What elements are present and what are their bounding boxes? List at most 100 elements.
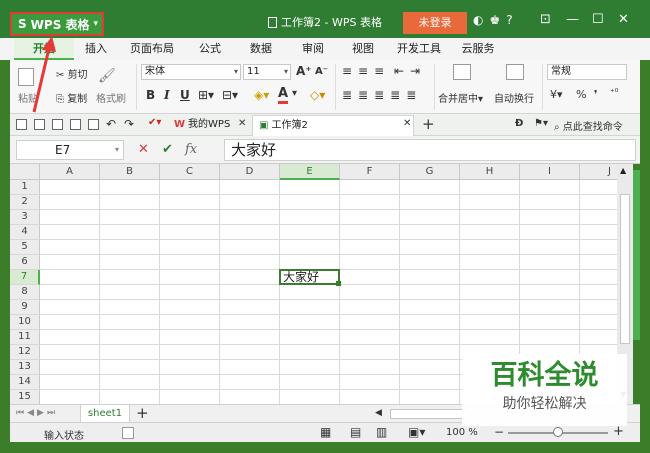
vertical-align-icons[interactable]: ≡≡≡ — [342, 64, 390, 78]
help-icon[interactable]: ? — [506, 13, 512, 27]
cancel-icon[interactable]: ✕ — [138, 142, 149, 157]
row-header-10[interactable]: 10 — [10, 315, 40, 330]
tab-insert[interactable]: 插入 — [74, 38, 118, 60]
side-panel-toggle[interactable] — [633, 170, 640, 340]
wrap-text-button[interactable]: 自动换行 — [494, 90, 534, 105]
scroll-thumb[interactable] — [620, 194, 630, 344]
print-preview-icon[interactable] — [70, 119, 81, 130]
cell-style-icon[interactable]: ⊟▾ — [222, 88, 238, 102]
italic-button[interactable]: I — [164, 88, 170, 102]
skin-icon[interactable]: ◐ — [473, 13, 483, 27]
sheet-navigation-icons[interactable]: ⏮◀▶⏭ — [16, 408, 58, 418]
zoom-slider-knob[interactable] — [553, 427, 563, 437]
doc-tab-workbook2[interactable]: ▣ 工作簿2 — [252, 115, 414, 136]
page-break-view-icon[interactable]: ▤ — [350, 425, 361, 439]
tab-data[interactable]: 数据 — [234, 38, 288, 60]
wrap-text-icon[interactable] — [506, 64, 524, 80]
percent-button[interactable]: % — [576, 88, 586, 101]
fill-color-icon[interactable]: ◈▾ — [254, 88, 269, 102]
tab-view[interactable]: 视图 — [338, 38, 388, 60]
row-header-12[interactable]: 12 — [10, 345, 40, 360]
scroll-up-icon[interactable]: ▲ — [620, 166, 626, 175]
row-header-14[interactable]: 14 — [10, 375, 40, 390]
undo-icon[interactable]: ↶ — [106, 117, 116, 131]
tab-page-layout[interactable]: 页面布局 — [118, 38, 186, 60]
macro-icon[interactable] — [122, 427, 134, 439]
column-header-a[interactable]: A — [40, 164, 100, 180]
font-color-icon[interactable]: A — [278, 86, 289, 104]
merge-center-button[interactable]: 合并居中▾ — [438, 90, 483, 105]
tab-developer[interactable]: 开发工具 — [388, 38, 450, 60]
row-header-6[interactable]: 6 — [10, 255, 40, 270]
row-header-11[interactable]: 11 — [10, 330, 40, 345]
confirm-icon[interactable]: ✔ — [162, 142, 173, 157]
increase-decimal-icon[interactable]: ⁺⁰ — [610, 88, 618, 98]
export-icon[interactable] — [88, 119, 99, 130]
number-format-select[interactable]: 常规 — [547, 64, 627, 80]
zoom-in-icon[interactable]: + — [613, 424, 624, 439]
column-header-i[interactable]: I — [520, 164, 580, 180]
underline-button[interactable]: U — [180, 88, 190, 102]
row-header-9[interactable]: 9 — [10, 300, 40, 315]
indent-icons[interactable]: ⇤⇥ — [394, 64, 426, 78]
column-header-c[interactable]: C — [160, 164, 220, 180]
maximize-button[interactable]: ☐ — [592, 12, 604, 27]
redo-icon[interactable]: ↷ — [124, 117, 134, 131]
customize-icon[interactable]: ✔▾ — [148, 117, 161, 128]
row-header-7[interactable]: 7 — [10, 270, 40, 285]
login-button[interactable]: 未登录 — [403, 12, 467, 34]
name-box[interactable]: E7 ▾ — [16, 140, 124, 160]
increase-font-icon[interactable]: A⁺ — [296, 64, 312, 78]
flag-icon[interactable]: ⚑▾ — [534, 118, 548, 129]
row-header-3[interactable]: 3 — [10, 210, 40, 225]
bold-button[interactable]: B — [146, 88, 155, 102]
copy-button[interactable]: ⎘ 复制 — [56, 90, 87, 105]
normal-view-icon[interactable]: ▦ — [320, 425, 331, 439]
comma-style-icon[interactable]: ❜ — [594, 88, 598, 101]
borders-icon[interactable]: ⊞▾ — [198, 88, 214, 102]
restore-ribbon-icon[interactable]: ⊡ — [540, 12, 551, 27]
reading-mode-icon[interactable]: ▣▾ — [408, 425, 425, 439]
column-header-b[interactable]: B — [100, 164, 160, 180]
new-tab-icon[interactable]: + — [422, 115, 435, 133]
chevron-down-icon[interactable]: ▾ — [292, 88, 297, 99]
add-sheet-button[interactable]: + — [136, 404, 149, 422]
shirt-icon[interactable]: ♚ — [489, 13, 500, 27]
close-tab-icon[interactable]: ✕ — [403, 118, 411, 129]
hscroll-left-icon[interactable]: ◀ — [375, 408, 382, 418]
column-header-d[interactable]: D — [220, 164, 280, 180]
font-size-select[interactable]: 11 ▾ — [243, 64, 291, 80]
sync-icon[interactable]: Ð — [515, 118, 523, 129]
format-painter-button[interactable]: 格式刷 — [96, 90, 126, 105]
tab-review[interactable]: 审阅 — [288, 38, 338, 60]
open-icon[interactable] — [16, 119, 27, 130]
horizontal-scroll-thumb[interactable] — [390, 409, 470, 419]
fill-handle[interactable] — [336, 281, 341, 286]
close-button[interactable]: ✕ — [618, 12, 629, 27]
cut-button[interactable]: ✂ 剪切 — [56, 66, 88, 81]
clear-format-icon[interactable]: ◇▾ — [310, 88, 325, 102]
row-header-4[interactable]: 4 — [10, 225, 40, 240]
column-header-h[interactable]: H — [460, 164, 520, 180]
save-icon[interactable] — [34, 119, 45, 130]
format-painter-icon[interactable]: 🖌 — [98, 68, 116, 84]
formula-input[interactable]: 大家好 — [224, 139, 636, 161]
select-all-corner[interactable] — [10, 164, 40, 180]
decrease-font-icon[interactable]: A⁻ — [315, 66, 328, 77]
print-icon[interactable] — [52, 119, 63, 130]
row-header-13[interactable]: 13 — [10, 360, 40, 375]
font-name-select[interactable]: 宋体 ▾ — [141, 64, 241, 80]
column-header-e[interactable]: E — [280, 164, 340, 180]
search-command[interactable]: ⌕ 点此查找命令 — [554, 118, 623, 133]
zoom-out-icon[interactable]: − — [494, 425, 504, 439]
row-header-5[interactable]: 5 — [10, 240, 40, 255]
sheet-tab-sheet1[interactable]: sheet1 — [80, 405, 130, 423]
column-header-g[interactable]: G — [400, 164, 460, 180]
row-header-1[interactable]: 1 — [10, 180, 40, 195]
merge-center-icon[interactable] — [453, 64, 471, 80]
tab-formulas[interactable]: 公式 — [186, 38, 234, 60]
active-cell[interactable]: 大家好 — [279, 269, 341, 286]
row-header-2[interactable]: 2 — [10, 195, 40, 210]
horizontal-align-icons[interactable]: ≣≣≣≣≣ — [342, 88, 422, 102]
insert-function-button[interactable]: fx — [185, 142, 197, 157]
